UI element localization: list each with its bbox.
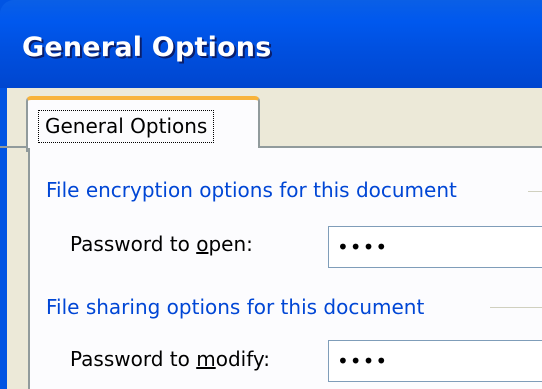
password-to-modify-label: Password to modify: [70,347,270,371]
tab-general-options[interactable]: General Options [26,96,260,152]
encryption-group-title: File encryption options for this documen… [46,178,457,202]
password-to-open-input[interactable] [329,227,542,267]
title-bar[interactable]: General Options [0,0,542,88]
password-to-modify-field[interactable] [328,340,542,382]
general-options-window: General Options General Options File enc… [0,0,542,389]
sharing-group-separator [490,307,542,308]
sharing-group-title: File sharing options for this document [46,295,425,319]
password-to-open-field[interactable] [328,226,542,268]
encryption-group-separator [528,191,542,192]
password-to-open-label: Password to open: [70,232,253,256]
password-to-modify-input[interactable] [329,341,542,381]
window-title: General Options [22,32,272,63]
tab-general-options-label: General Options [38,110,215,143]
